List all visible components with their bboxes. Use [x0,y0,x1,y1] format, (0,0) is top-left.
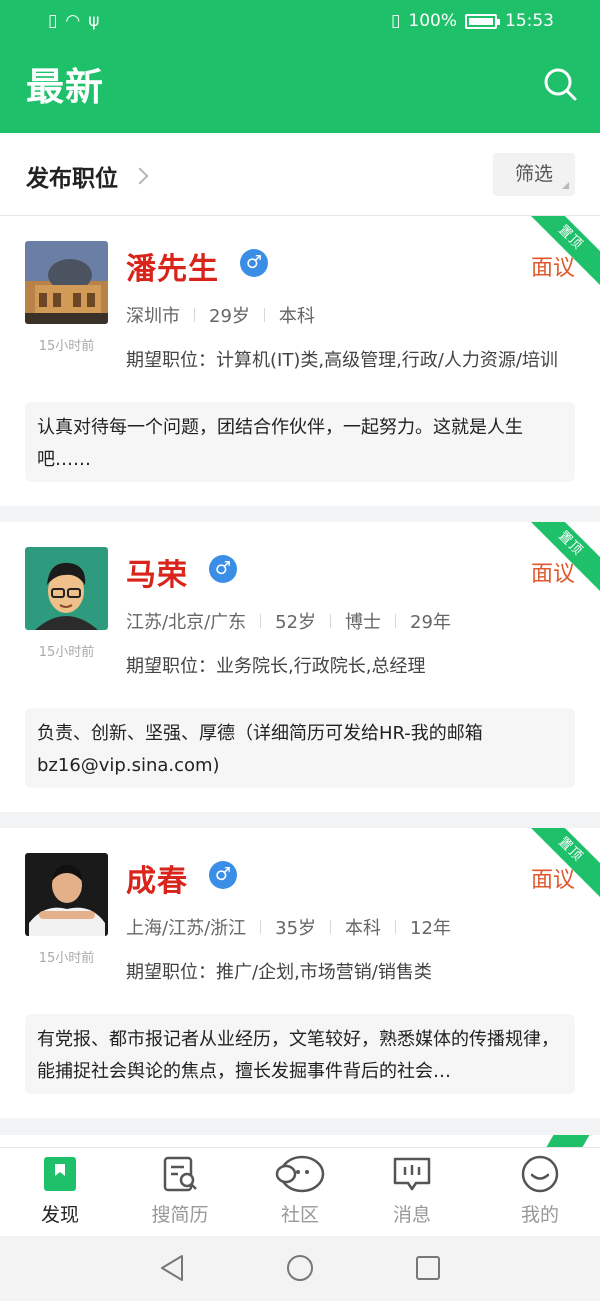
bottom-tab-bar: 发现 搜简历 社区 消息 我的 [0,1147,600,1236]
experience: 12年 [410,918,451,939]
tab-profile[interactable]: 我的 [480,1154,600,1227]
age: 35岁 [275,918,317,939]
candidate-meta: 江苏/北京/广东 52岁 博士 29年 [126,608,451,634]
avatar [25,853,108,936]
wifi-icon: ◠ [65,11,81,31]
tab-label: 搜简历 [151,1204,209,1226]
location: 深圳市 [126,306,180,327]
expected-position: 期望职位：业务院长,行政院长,总经理 [126,656,426,677]
avatar [25,547,108,630]
self-introduction: 有党报、都市报记者从业经历，文笔较好，熟悉媒体的传播规律，能捕捉社会舆论的焦点，… [25,1014,575,1094]
message-icon [393,1157,431,1191]
vibrate-icon: ▯ [391,11,401,31]
battery-percent: 100% [408,11,457,31]
experience: 29年 [410,612,451,633]
usb-icon: ψ [88,11,100,31]
clock: 15:53 [505,11,554,31]
tab-community[interactable]: 社区 [240,1154,360,1227]
post-time: 15小时前 [38,951,95,966]
salary: 面议 [530,868,575,893]
resume-card[interactable]: 置顶 15小时前 马荣 ♂ 面议 江苏/北京/广东 52岁 博士 29年 期望职… [0,522,600,812]
chevron-right-icon [131,167,149,185]
location: 江苏/北京/广东 [126,612,247,633]
expected-position: 期望职位：计算机(IT)类,高级管理,行政/人力资源/培训 [126,350,558,371]
expected-position: 期望职位：推广/企划,市场营销/销售类 [126,962,432,983]
self-introduction: 认真对待每一个问题，团结合作伙伴，一起努力。这就是人生吧…… [25,402,575,482]
male-icon: ♂ [209,861,237,889]
candidate-name: 马荣 [126,558,188,593]
education: 本科 [278,306,315,327]
page-title: 最新 [26,65,105,109]
tab-messages[interactable]: 消息 [352,1154,472,1227]
publish-job-label: 发布职位 [26,166,118,192]
battery-icon [465,13,500,29]
bookmark-icon [44,1157,76,1191]
tab-label: 我的 [520,1204,559,1226]
back-icon[interactable] [158,1253,186,1283]
system-nav-bar [0,1236,600,1301]
self-introduction: 负责、创新、坚强、厚德（详细简历可发给HR-我的邮箱bz16@vip.sina.… [25,708,575,788]
filter-button[interactable]: 筛选 [493,153,575,196]
salary: 面议 [530,562,575,587]
next-card-peek [0,1135,600,1147]
publish-bar: 发布职位 筛选 [0,133,600,216]
candidate-name: 潘先生 [126,252,219,287]
home-icon[interactable] [285,1253,315,1283]
candidate-meta: 深圳市 29岁 本科 [126,302,315,328]
search-icon[interactable] [542,66,578,102]
male-icon: ♂ [240,249,268,277]
post-time: 15小时前 [38,339,95,354]
candidate-meta: 上海/江苏/浙江 35岁 本科 12年 [126,914,451,940]
tab-discover[interactable]: 发现 [0,1154,120,1227]
salary: 面议 [530,256,575,281]
candidate-name: 成春 [126,864,188,899]
tab-label: 社区 [280,1204,319,1226]
education: 博士 [345,612,382,633]
tab-label: 消息 [392,1204,431,1226]
app-header: ▯ ◠ ψ ▯ 100% 15:53 最新 [0,0,600,133]
resume-card[interactable]: 置顶 15小时前 成春 ♂ 面议 上海/江苏/浙江 35岁 本科 12年 期望职… [0,828,600,1118]
post-time: 15小时前 [38,645,95,660]
resume-search-icon [163,1156,197,1192]
recents-icon[interactable] [414,1253,442,1283]
tab-search-resume[interactable]: 搜简历 [120,1154,240,1227]
age: 29岁 [209,306,250,327]
age: 52岁 [275,612,317,633]
publish-job-link[interactable]: 发布职位 [26,159,149,193]
avatar [25,241,108,324]
profile-icon [521,1155,559,1193]
sim-icon: ▯ [48,11,58,31]
tab-label: 发现 [40,1204,79,1226]
status-bar: ▯ ◠ ψ ▯ 100% 15:53 [0,0,600,44]
male-icon: ♂ [209,555,237,583]
resume-card[interactable]: 置顶 15小时前 潘先生 ♂ 面议 深圳市 29岁 本科 期望职位：计算机(IT… [0,216,600,506]
community-icon [275,1155,325,1193]
location: 上海/江苏/浙江 [126,918,247,939]
education: 本科 [345,918,382,939]
